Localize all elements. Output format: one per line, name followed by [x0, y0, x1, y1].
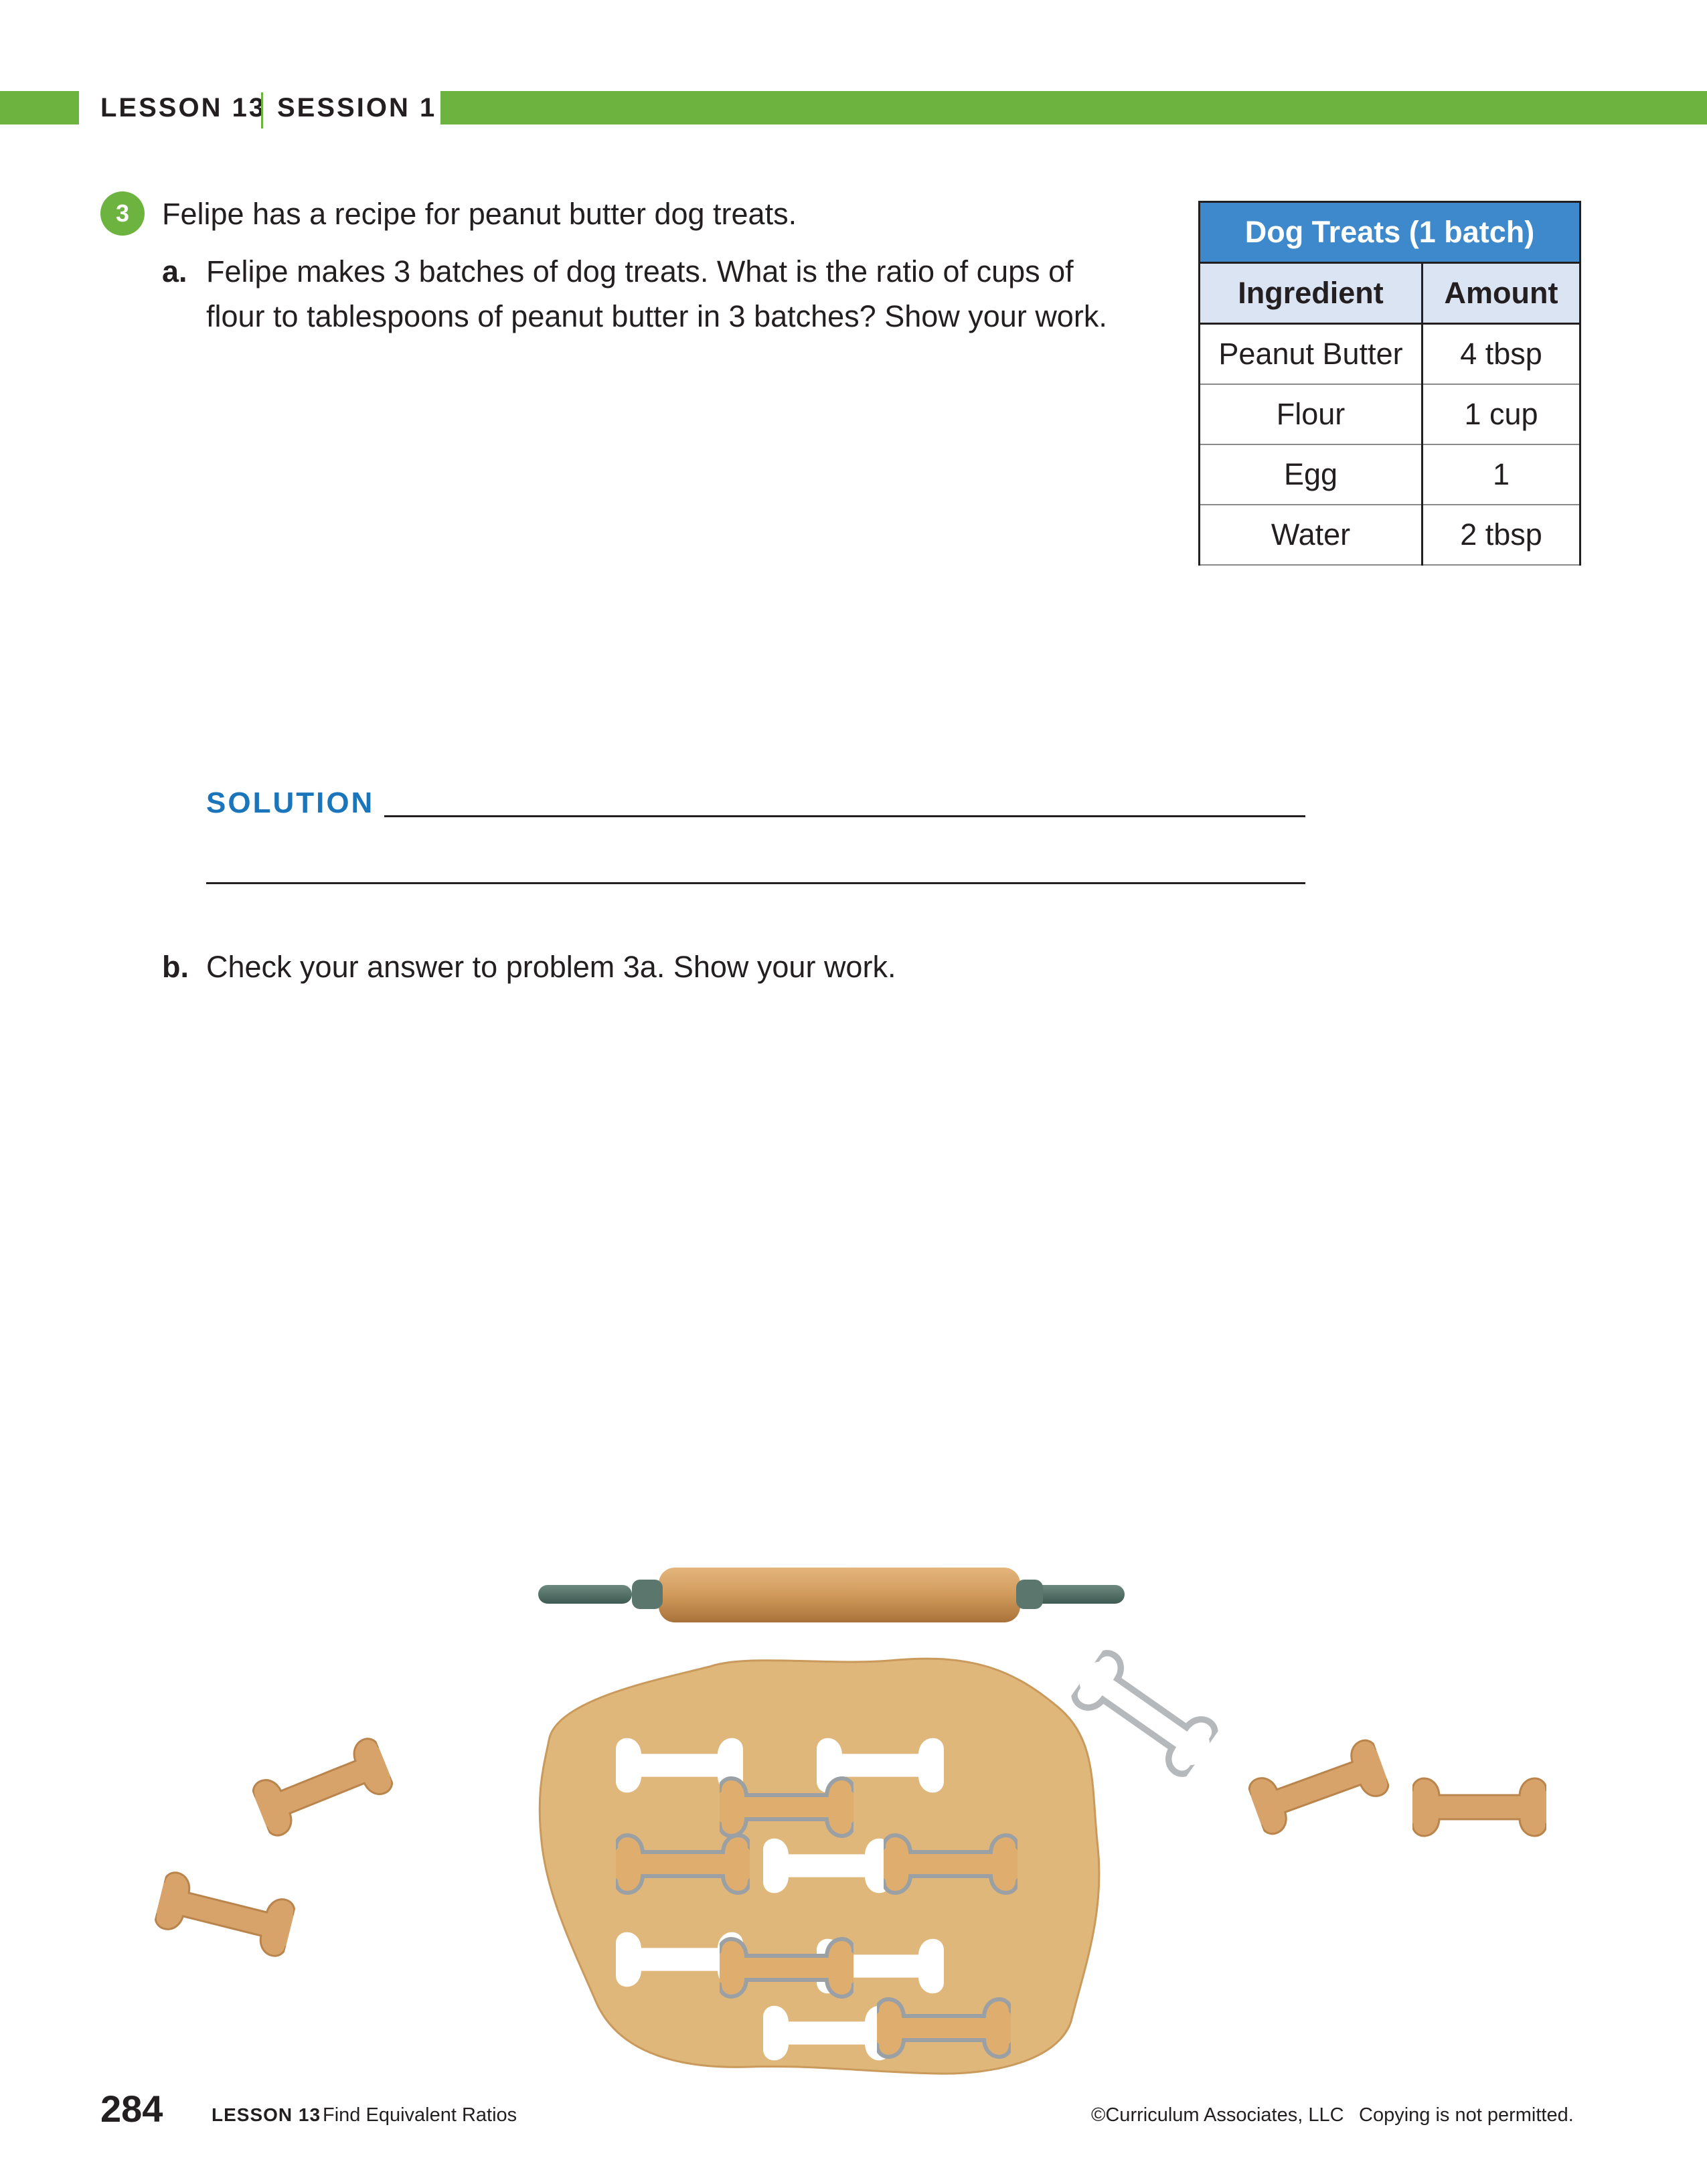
- solution-answer-line-2[interactable]: [206, 882, 1305, 884]
- table-row: Flour 1 cup: [1198, 384, 1581, 445]
- footer-lesson: LESSON 13: [212, 2104, 321, 2125]
- table-cell-ingredient: Water: [1198, 504, 1423, 566]
- dog-treat-icon: [1244, 1734, 1394, 1841]
- table-cell-ingredient: Peanut Butter: [1198, 323, 1423, 385]
- dog-treats-illustration: [151, 1568, 1546, 2075]
- table-row: Egg 1: [1198, 444, 1581, 505]
- dog-treat-icon: [151, 1867, 299, 1961]
- table-header-ingredient: Ingredient: [1198, 262, 1423, 325]
- header-bar-left: [0, 91, 79, 124]
- footer-lesson-title: Find Equivalent Ratios: [323, 2104, 517, 2126]
- header-session: SESSION 1: [277, 93, 437, 122]
- problem-intro: Felipe has a recipe for peanut butter do…: [162, 197, 797, 231]
- page-number: 284: [100, 2088, 163, 2130]
- solution-label: SOLUTION: [206, 786, 375, 819]
- table-cell-ingredient: Egg: [1198, 444, 1423, 505]
- table-row: Water 2 tbsp: [1198, 504, 1581, 566]
- rolling-pin-icon: [538, 1568, 1125, 1622]
- recipe-table: Dog Treats (1 batch) Ingredient Amount P…: [1198, 201, 1581, 566]
- part-a-line2: flour to tablespoons of peanut butter in…: [206, 299, 1107, 333]
- solution-answer-line-1[interactable]: [384, 815, 1305, 817]
- dog-treat-icon: [248, 1732, 398, 1843]
- part-a-line1: Felipe makes 3 batches of dog treats. Wh…: [206, 254, 1074, 288]
- table-cell-amount: 1 cup: [1421, 384, 1581, 445]
- header-lesson: LESSON 13: [100, 93, 266, 122]
- part-b-text: Check your answer to problem 3a. Show yo…: [206, 950, 896, 984]
- header-bar-right: [440, 91, 1707, 124]
- table-cell-amount: 4 tbsp: [1421, 323, 1581, 385]
- table-row: Peanut Butter 4 tbsp: [1198, 323, 1581, 385]
- footer-copyright: ©Curriculum Associates, LLC: [1091, 2104, 1344, 2126]
- table-header-amount: Amount: [1421, 262, 1581, 325]
- part-b-label: b.: [162, 950, 189, 984]
- table-cell-amount: 2 tbsp: [1421, 504, 1581, 566]
- footer-notice: Copying is not permitted.: [1359, 2104, 1574, 2126]
- table-cell-ingredient: Flour: [1198, 384, 1423, 445]
- dog-treat-icon: [1412, 1777, 1546, 1837]
- dough-sheet-icon: [538, 1657, 1101, 2075]
- header-divider: [261, 92, 263, 129]
- table-title: Dog Treats (1 batch): [1198, 201, 1581, 264]
- table-cell-amount: 1: [1421, 444, 1581, 505]
- problem-number-badge: 3: [100, 191, 145, 236]
- part-a-label: a.: [162, 254, 187, 288]
